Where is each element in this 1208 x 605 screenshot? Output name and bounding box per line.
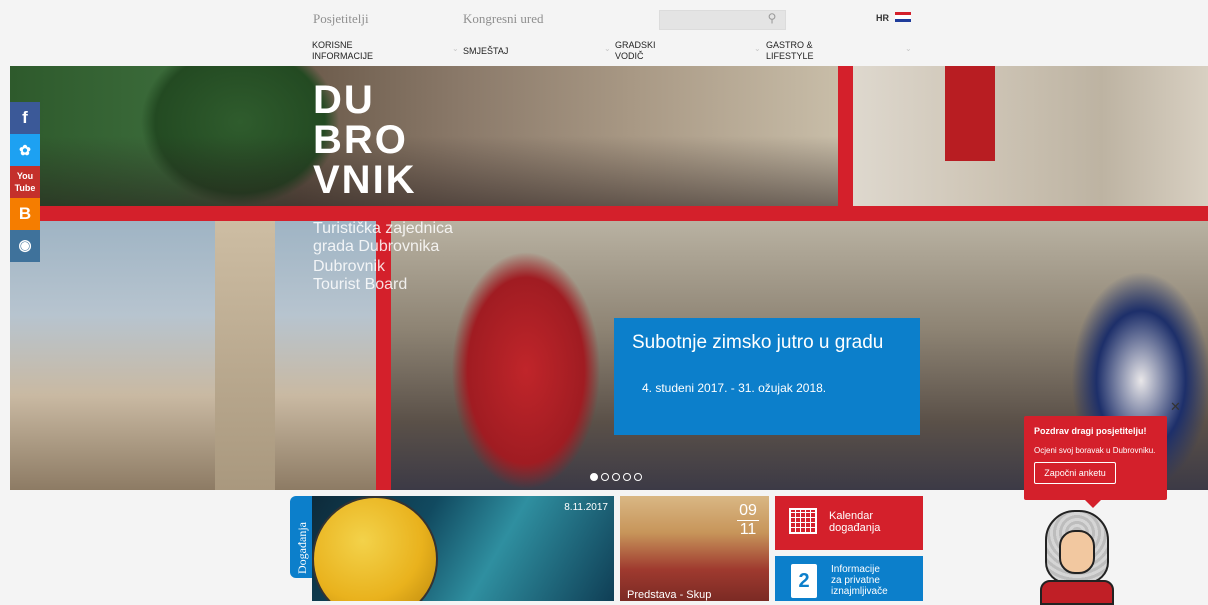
start-survey-button[interactable]: Započni anketu bbox=[1034, 462, 1116, 484]
event-caption: Predstava - Skup bbox=[627, 589, 712, 601]
chevron-down-icon: ⌄ bbox=[452, 44, 459, 53]
tb-line: grada Dubrovnika bbox=[313, 238, 440, 255]
logo-line: BRO bbox=[313, 118, 408, 162]
nav-label: SMJEŠTAJ bbox=[463, 46, 509, 56]
twitter-icon[interactable]: ✿ bbox=[10, 134, 40, 166]
croatian-flag-icon[interactable] bbox=[895, 12, 911, 22]
event-day: 09 bbox=[739, 502, 757, 519]
tb-line: Dubrovnik bbox=[313, 258, 386, 275]
private-label: Informacije bbox=[831, 564, 880, 575]
event-date: 8.11.2017 bbox=[564, 502, 608, 513]
calendar-icon bbox=[789, 508, 817, 534]
event-card-waterpolo[interactable]: 8.11.2017 bbox=[312, 496, 614, 601]
close-icon[interactable]: ✕ bbox=[1170, 399, 1181, 415]
pager-dot[interactable] bbox=[623, 473, 631, 481]
nav-useful-info[interactable]: KORISNE INFORMACIJE bbox=[312, 40, 373, 62]
search-icon[interactable]: ⚲ bbox=[765, 10, 779, 26]
pager-dot[interactable] bbox=[634, 473, 642, 481]
red-frame-bar bbox=[838, 66, 853, 206]
private-label: iznajmljivače bbox=[831, 586, 888, 597]
private-label: za privatne bbox=[831, 575, 880, 586]
congress-office-link[interactable]: Kongresni ured bbox=[463, 11, 544, 27]
calendar-label: Kalendar bbox=[829, 510, 874, 522]
popup-text: Ocjeni svoj boravak u Dubrovniku. bbox=[1034, 446, 1156, 455]
tourist-board-name: Turistička zajednica grada Dubrovnika Du… bbox=[313, 220, 453, 294]
slide-title: Subotnje zimsko jutro u gradu bbox=[632, 332, 884, 353]
chevron-down-icon: ⌄ bbox=[604, 44, 611, 53]
pager-dot[interactable] bbox=[590, 473, 598, 481]
logo-line: VNIK bbox=[313, 158, 417, 202]
private-landlords-button[interactable]: 2 Informacije za privatne iznajmljivače bbox=[775, 556, 923, 601]
facebook-icon[interactable]: f bbox=[10, 102, 40, 134]
logo-line: DU bbox=[313, 78, 375, 122]
blogger-icon[interactable]: B bbox=[10, 198, 40, 230]
red-frame-bar bbox=[10, 206, 1208, 221]
chevron-down-icon: ⌄ bbox=[754, 44, 761, 53]
pager-dot[interactable] bbox=[601, 473, 609, 481]
statue-photo bbox=[853, 66, 1208, 206]
events-tab-label: Događanja bbox=[295, 522, 309, 574]
pager-dot[interactable] bbox=[612, 473, 620, 481]
language-code[interactable]: HR bbox=[876, 13, 889, 23]
popup-title: Pozdrav dragi posjetitelju! bbox=[1034, 426, 1147, 436]
popup-pointer bbox=[1085, 500, 1101, 508]
tb-line: Turistička zajednica bbox=[313, 220, 453, 237]
visitors-link[interactable]: Posjetitelji bbox=[313, 11, 369, 27]
nav-label: GASTRO & bbox=[766, 40, 813, 50]
nav-label: KORISNE bbox=[312, 40, 353, 50]
event-card-theatre[interactable]: 09 11 Predstava - Skup bbox=[620, 496, 769, 601]
dubrovnik-logo[interactable]: DU BRO VNIK bbox=[313, 80, 439, 206]
nav-city-guide[interactable]: GRADSKI VODIČ bbox=[615, 40, 656, 62]
slideshow-pager[interactable] bbox=[590, 468, 645, 486]
instagram-icon[interactable]: ◉ bbox=[10, 230, 40, 262]
events-calendar-button[interactable]: Kalendar događanja bbox=[775, 496, 923, 550]
nav-label: INFORMACIJE bbox=[312, 51, 374, 61]
youtube-icon[interactable]: You Tube bbox=[10, 166, 40, 198]
calendar-label: događanja bbox=[829, 522, 881, 534]
slide-dates: 4. studeni 2017. - 31. ožujak 2018. bbox=[642, 381, 827, 395]
events-tab[interactable]: Događanja bbox=[290, 496, 312, 578]
event-month: 11 bbox=[739, 521, 757, 538]
mascot-character[interactable] bbox=[1035, 510, 1115, 605]
event-date-block: 09 11 bbox=[737, 502, 759, 539]
document-icon: 2 bbox=[791, 564, 817, 598]
nav-gastro-lifestyle[interactable]: GASTRO & LIFESTYLE bbox=[766, 40, 814, 62]
waterpolo-ball bbox=[312, 496, 438, 601]
tb-line: Tourist Board bbox=[313, 276, 408, 293]
nav-label: VODIČ bbox=[615, 51, 644, 61]
nav-accommodation[interactable]: SMJEŠTAJ bbox=[463, 46, 508, 57]
nav-label: LIFESTYLE bbox=[766, 51, 814, 61]
nav-label: GRADSKI bbox=[615, 40, 656, 50]
survey-popup: Pozdrav dragi posjetitelju! Ocjeni svoj … bbox=[1024, 416, 1167, 500]
slide-caption-box[interactable]: Subotnje zimsko jutro u gradu 4. studeni… bbox=[614, 318, 920, 435]
chevron-down-icon: ⌄ bbox=[905, 44, 912, 53]
